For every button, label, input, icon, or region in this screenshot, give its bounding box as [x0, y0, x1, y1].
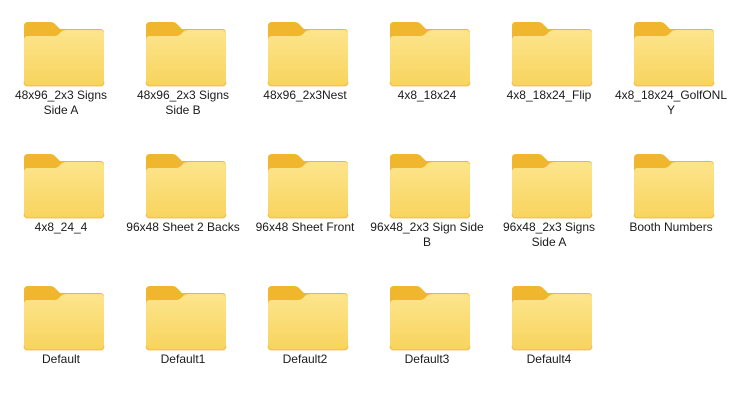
folder-item[interactable]: Default3: [368, 266, 486, 394]
folder-item[interactable]: Default: [2, 266, 120, 394]
folder-item[interactable]: Default1: [124, 266, 242, 394]
folder-name-label: 48x96_2x3Nest: [263, 88, 347, 102]
folder-name-label: 4x8_24_4: [34, 220, 88, 234]
folder-icon: [630, 152, 716, 222]
folder-icon: [20, 284, 106, 354]
folder-item[interactable]: Booth Numbers: [612, 134, 730, 262]
folder-name-label: Default4: [526, 352, 572, 366]
folder-name-label: 96x48_2x3 Signs Side A: [502, 220, 596, 249]
folder-name-label: Booth Numbers: [629, 220, 713, 234]
folder-name-label: 4x8_18x24: [397, 88, 457, 102]
folder-name-label: Default: [41, 352, 81, 366]
folder-name-label: 96x48 Sheet 2 Backs: [126, 220, 240, 234]
folder-icon: [508, 284, 594, 354]
folder-item[interactable]: 96x48_2x3 Signs Side A: [490, 134, 608, 262]
folder-icon: [264, 152, 350, 222]
folder-grid: 48x96_2x3 Signs Side A 48x96_2x3 Signs Si…: [0, 0, 749, 408]
folder-icon: [142, 284, 228, 354]
folder-item[interactable]: 4x8_18x24_Flip: [490, 2, 608, 130]
folder-icon: [386, 284, 472, 354]
folder-icon: [386, 152, 472, 222]
folder-name-label: Default3: [404, 352, 450, 366]
folder-icon: [386, 20, 472, 90]
folder-icon: [630, 20, 716, 90]
folder-name-label: 96x48 Sheet Front: [255, 220, 355, 234]
folder-icon: [508, 152, 594, 222]
folder-item[interactable]: 4x8_24_4: [2, 134, 120, 262]
folder-icon: [264, 20, 350, 90]
folder-item[interactable]: 48x96_2x3 Signs Side A: [2, 2, 120, 130]
folder-name-label: 4x8_18x24_GolfONLY: [614, 88, 728, 117]
folder-name-label: 96x48_2x3 Sign Side B: [370, 220, 484, 249]
folder-item[interactable]: Default2: [246, 266, 364, 394]
folder-name-label: Default2: [282, 352, 328, 366]
folder-item[interactable]: 96x48 Sheet Front: [246, 134, 364, 262]
folder-icon: [20, 152, 106, 222]
folder-name-label: 48x96_2x3 Signs Side B: [136, 88, 230, 117]
folder-icon: [142, 20, 228, 90]
folder-icon: [264, 284, 350, 354]
folder-item[interactable]: Default4: [490, 266, 608, 394]
folder-name-label: Default1: [160, 352, 206, 366]
folder-item[interactable]: 48x96_2x3 Signs Side B: [124, 2, 242, 130]
folder-item[interactable]: 4x8_18x24: [368, 2, 486, 130]
folder-icon: [508, 20, 594, 90]
folder-item[interactable]: 48x96_2x3Nest: [246, 2, 364, 130]
folder-icon: [142, 152, 228, 222]
folder-item[interactable]: 4x8_18x24_GolfONLY: [612, 2, 730, 130]
folder-item[interactable]: 96x48_2x3 Sign Side B: [368, 134, 486, 262]
folder-name-label: 48x96_2x3 Signs Side A: [14, 88, 108, 117]
folder-name-label: 4x8_18x24_Flip: [506, 88, 592, 102]
folder-item[interactable]: 96x48 Sheet 2 Backs: [124, 134, 242, 262]
folder-icon: [20, 20, 106, 90]
